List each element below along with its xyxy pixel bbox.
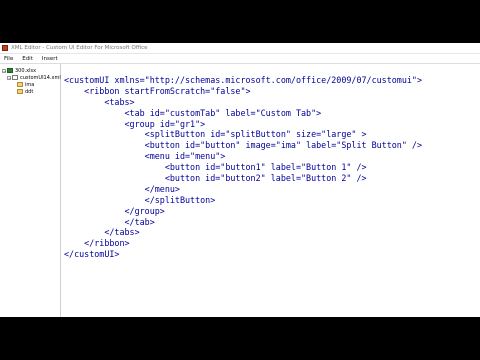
code-area[interactable]: <customUI xmlns="http://schemas.microsof…: [64, 75, 422, 260]
xml-file-icon: [12, 75, 18, 80]
code-line: <menu id="menu">: [64, 151, 226, 162]
tree-item-workbook[interactable]: − 300.xlsx: [0, 67, 60, 74]
tree-item-customui[interactable]: − customUI14.xml: [0, 74, 61, 81]
menu-bar: File Edit Insert: [0, 54, 480, 64]
menu-file[interactable]: File: [4, 56, 13, 62]
tree-item-image[interactable]: ddt: [0, 88, 60, 95]
menu-edit[interactable]: Edit: [22, 56, 33, 62]
code-line: </group>: [64, 205, 165, 216]
app-icon: [2, 45, 8, 51]
collapse-toggle-icon[interactable]: −: [2, 68, 6, 73]
xml-editor[interactable]: <customUI xmlns="http://schemas.microsof…: [61, 64, 480, 317]
tree-item-image[interactable]: ima: [0, 81, 60, 88]
code-line: </splitButton>: [64, 194, 216, 205]
menu-insert[interactable]: Insert: [42, 56, 58, 62]
code-line: <button id="button2" label="Button 2" />: [64, 173, 367, 184]
code-line: <tabs>: [64, 96, 135, 107]
tree-item-label: ima: [25, 81, 35, 88]
code-line: <button id="button1" label="Button 1" />: [64, 162, 367, 173]
collapse-toggle-icon[interactable]: −: [7, 75, 11, 80]
tree-item-label: 300.xlsx: [15, 67, 37, 74]
code-line: </ribbon>: [64, 238, 130, 249]
code-line: </tab>: [64, 216, 155, 227]
image-icon: [17, 82, 23, 87]
code-line: <tab id="customTab" label="Custom Tab">: [64, 107, 322, 118]
code-line: </tabs>: [64, 227, 140, 238]
window-title: XML Editor - Custom UI Editor For Micros…: [11, 45, 148, 51]
tree-item-label: customUI14.xml: [20, 74, 61, 81]
main-content: − 300.xlsx − customUI14.xml ima ddt <cus…: [0, 64, 480, 317]
file-tree: − 300.xlsx − customUI14.xml ima ddt: [0, 64, 61, 317]
code-line: </menu>: [64, 183, 180, 194]
code-line: </customUI>: [64, 249, 120, 260]
app-window: XML Editor - Custom UI Editor For Micros…: [0, 43, 480, 317]
title-bar: XML Editor - Custom UI Editor For Micros…: [0, 43, 480, 54]
code-line: <button id="button" image="ima" label="S…: [64, 140, 422, 151]
code-line: <group id="gr1">: [64, 118, 206, 129]
image-icon: [17, 89, 23, 94]
code-line: <splitButton id="splitButton" size="larg…: [64, 129, 367, 140]
code-line: <ribbon startFromScratch="false">: [64, 85, 251, 96]
code-line: <customUI xmlns="http://schemas.microsof…: [64, 75, 422, 85]
tree-item-label: ddt: [25, 88, 34, 95]
document-icon: [7, 68, 13, 73]
